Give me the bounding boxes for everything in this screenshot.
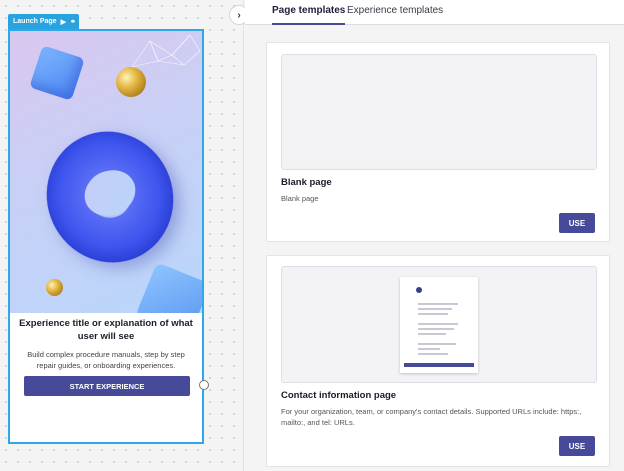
tab-experience-templates[interactable]: Experience templates xyxy=(347,5,443,25)
use-button[interactable]: USE xyxy=(559,436,595,456)
blue-cube-shape xyxy=(29,45,85,101)
experience-description: Build complex procedure manuals, step by… xyxy=(27,350,185,370)
mesh-decoration xyxy=(131,34,201,68)
play-icon[interactable]: ▶ xyxy=(61,18,66,26)
start-experience-button[interactable]: START EXPERIENCE xyxy=(24,376,190,396)
tab-page-templates[interactable]: Page templates xyxy=(272,5,346,25)
template-tabs: Page templates Experience templates xyxy=(245,0,624,25)
template-description: For your organization, team, or company'… xyxy=(281,407,582,427)
experience-title: Experience title or explanation of what … xyxy=(19,318,193,342)
templates-panel: Page templates Experience templates Blan… xyxy=(245,0,624,471)
launch-page-label: Launch Page xyxy=(13,18,57,25)
connector-handle[interactable] xyxy=(199,380,209,390)
hero-image xyxy=(10,31,202,313)
template-card-blank[interactable]: Blank page Blank page USE xyxy=(266,42,610,242)
gold-sphere-shape xyxy=(116,67,146,97)
link-icon[interactable]: ⚭ xyxy=(70,18,76,26)
page-canvas: Launch Page ▶ ⚭ Experience title or expl… xyxy=(0,0,244,471)
launch-page-tag[interactable]: Launch Page ▶ ⚭ xyxy=(8,14,79,29)
template-title: Contact information page xyxy=(281,390,397,401)
contact-page-thumbnail xyxy=(400,277,478,373)
template-title: Blank page xyxy=(281,177,332,188)
template-preview xyxy=(281,54,597,170)
template-card-contact[interactable]: Contact information page For your organi… xyxy=(266,255,610,467)
template-description: Blank page xyxy=(281,194,319,203)
launch-page-card[interactable]: Experience title or explanation of what … xyxy=(8,29,204,444)
gold-sphere-small-shape xyxy=(46,279,63,296)
chevron-right-icon: › xyxy=(237,9,241,21)
use-button[interactable]: USE xyxy=(559,213,595,233)
template-preview xyxy=(281,266,597,383)
company-logo-icon xyxy=(416,287,424,293)
blue-cube-small-shape xyxy=(135,262,202,313)
